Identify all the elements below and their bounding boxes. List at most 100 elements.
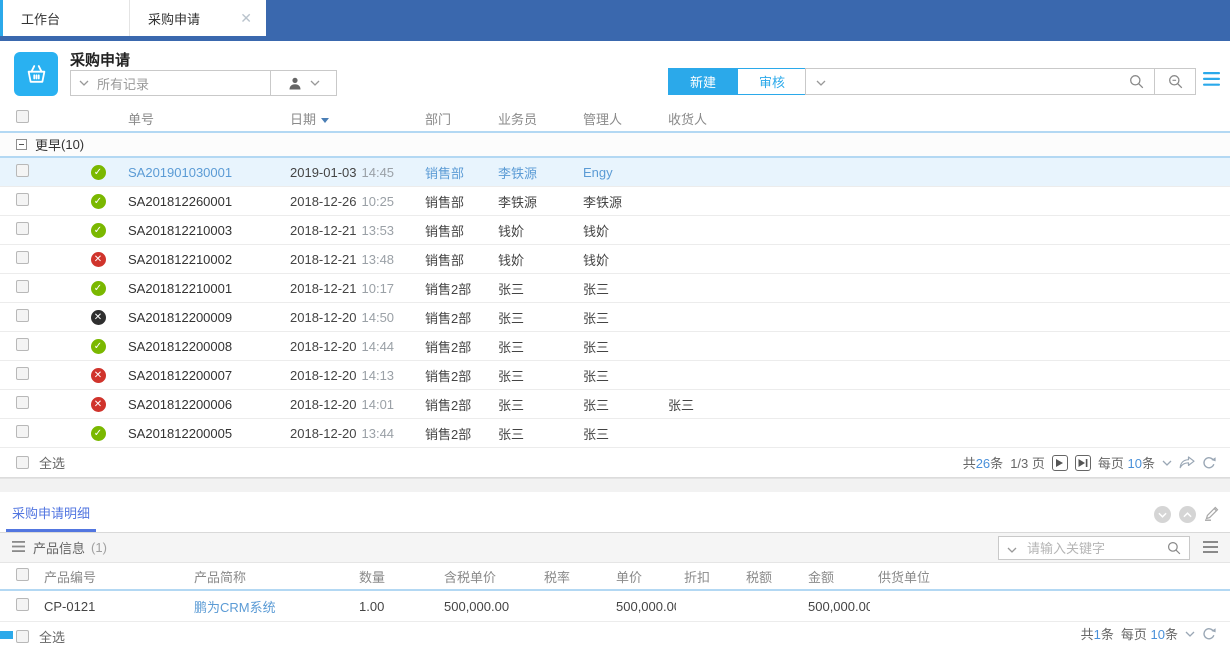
row-checkbox[interactable] bbox=[16, 425, 29, 438]
manager-cell: 钱妎 bbox=[567, 250, 652, 269]
dept-cell: 销售2部 bbox=[409, 424, 482, 443]
tab-purchase-detail[interactable]: 采购申请明细 bbox=[12, 503, 90, 522]
row-checkbox[interactable] bbox=[16, 280, 29, 293]
row-checkbox[interactable] bbox=[16, 251, 29, 264]
table-row[interactable]: ✕ SA201812200007 2018-12-2014:13 销售2部 张三… bbox=[0, 361, 1230, 390]
select-all-checkbox[interactable] bbox=[16, 456, 29, 469]
col-tax[interactable]: 税额 bbox=[738, 567, 800, 586]
order-no-link[interactable]: SA201812210001 bbox=[112, 281, 274, 296]
col-salesperson[interactable]: 业务员 bbox=[482, 109, 567, 128]
status-approved-icon: ✓ bbox=[91, 223, 106, 238]
order-no-link[interactable]: SA201812200005 bbox=[112, 426, 274, 441]
table-row[interactable]: ✓ SA201812260001 2018-12-2610:25 销售部 李铁源… bbox=[0, 187, 1230, 216]
close-tab-icon[interactable]: ✕ bbox=[240, 10, 252, 27]
col-discount[interactable]: 折扣 bbox=[676, 567, 738, 586]
row-checkbox[interactable] bbox=[16, 309, 29, 322]
audit-button[interactable]: 审核 bbox=[737, 68, 807, 95]
product-list-view-icon[interactable] bbox=[1203, 541, 1218, 556]
col-date[interactable]: 日期 bbox=[274, 109, 409, 128]
table-row[interactable]: ✓ SA201812200008 2018-12-2014:44 销售2部 张三… bbox=[0, 332, 1230, 361]
search-field-chevron-icon[interactable] bbox=[806, 74, 836, 89]
col-receiver[interactable]: 收货人 bbox=[652, 109, 1230, 128]
status-approved-icon: ✓ bbox=[91, 339, 106, 354]
product-name-link[interactable]: 鹏为CRM系统 bbox=[186, 597, 351, 616]
manager-cell: 张三 bbox=[567, 366, 652, 385]
order-no-link[interactable]: SA201812200009 bbox=[112, 310, 274, 325]
collapse-panel-down-icon[interactable] bbox=[1154, 506, 1171, 523]
table-row[interactable]: ✕ SA201812200006 2018-12-2014:01 销售2部 张三… bbox=[0, 390, 1230, 419]
col-amount[interactable]: 金额 bbox=[800, 567, 870, 586]
order-no-link[interactable]: SA201812200008 bbox=[112, 339, 274, 354]
product-refresh-icon[interactable] bbox=[1202, 627, 1216, 641]
row-checkbox[interactable] bbox=[16, 164, 29, 177]
date-cell: 2018-12-2610:25 bbox=[274, 194, 409, 209]
search-input[interactable] bbox=[836, 69, 1118, 94]
order-no-link[interactable]: SA201812210003 bbox=[112, 223, 274, 238]
product-info-count: (1) bbox=[91, 540, 107, 555]
tab-purchase-request[interactable]: 采购申请 ✕ bbox=[130, 0, 266, 36]
edit-pencil-icon[interactable] bbox=[1204, 505, 1220, 524]
share-icon[interactable] bbox=[1179, 456, 1195, 469]
salesperson-cell: 张三 bbox=[482, 337, 567, 356]
row-checkbox[interactable] bbox=[16, 193, 29, 206]
col-qty[interactable]: 数量 bbox=[351, 567, 436, 586]
per-page-chevron-icon[interactable] bbox=[1162, 460, 1172, 466]
header-checkbox[interactable] bbox=[16, 110, 29, 123]
list-view-icon[interactable] bbox=[1203, 72, 1220, 89]
table-row[interactable]: ✓ SA201812200005 2018-12-2013:44 销售2部 张三… bbox=[0, 419, 1230, 448]
table-row[interactable]: ✓ SA201901030001 2019-01-0314:45 销售部 李铁源… bbox=[0, 158, 1230, 187]
expand-panel-up-icon[interactable] bbox=[1179, 506, 1196, 523]
product-per-page[interactable]: 每页 10条 bbox=[1121, 624, 1178, 643]
product-row-checkbox[interactable] bbox=[16, 598, 29, 611]
next-page-icon[interactable] bbox=[1052, 455, 1068, 471]
order-no-link[interactable]: SA201812200006 bbox=[112, 397, 274, 412]
search-icon[interactable] bbox=[1118, 74, 1154, 89]
product-select-all-checkbox[interactable] bbox=[16, 630, 29, 643]
product-per-page-chevron-icon[interactable] bbox=[1185, 631, 1195, 637]
new-button[interactable]: 新建 bbox=[668, 68, 738, 95]
collapse-group-icon[interactable] bbox=[16, 139, 27, 150]
refresh-icon[interactable] bbox=[1202, 456, 1216, 470]
col-dept[interactable]: 部门 bbox=[409, 109, 482, 128]
last-page-icon[interactable] bbox=[1075, 455, 1091, 471]
order-no-link[interactable]: SA201812260001 bbox=[112, 194, 274, 209]
advanced-search-icon[interactable] bbox=[1155, 74, 1195, 89]
col-price[interactable]: 单价 bbox=[608, 567, 676, 586]
product-search-icon[interactable] bbox=[1159, 541, 1189, 555]
sort-desc-icon bbox=[321, 118, 329, 123]
table-row[interactable]: ✓ SA201812210001 2018-12-2110:17 销售2部 张三… bbox=[0, 274, 1230, 303]
row-checkbox[interactable] bbox=[16, 367, 29, 380]
product-search-input[interactable] bbox=[1025, 540, 1159, 557]
table-row[interactable]: ✕ SA201812210002 2018-12-2113:48 销售部 钱妎 … bbox=[0, 245, 1230, 274]
col-supplier[interactable]: 供货单位 bbox=[870, 567, 1230, 586]
view-filter-value: 所有记录 bbox=[97, 74, 149, 93]
group-row-earlier[interactable]: 更早 (10) bbox=[0, 133, 1230, 158]
product-table-body: CP-0121 鹏为CRM系统 1.00 500,000.00 500,000.… bbox=[0, 591, 1230, 622]
product-header-checkbox[interactable] bbox=[16, 568, 29, 581]
salesperson-cell: 钱妎 bbox=[482, 250, 567, 269]
tab-workbench[interactable]: 工作台 bbox=[0, 0, 130, 36]
row-checkbox[interactable] bbox=[16, 338, 29, 351]
row-checkbox[interactable] bbox=[16, 222, 29, 235]
order-no-link[interactable]: SA201901030001 bbox=[112, 165, 274, 180]
salesperson-cell: 李铁源 bbox=[482, 163, 567, 182]
product-row[interactable]: CP-0121 鹏为CRM系统 1.00 500,000.00 500,000.… bbox=[0, 591, 1230, 622]
order-no-link[interactable]: SA201812210002 bbox=[112, 252, 274, 267]
order-no-link[interactable]: SA201812200007 bbox=[112, 368, 274, 383]
row-checkbox[interactable] bbox=[16, 396, 29, 409]
owner-filter-dropdown[interactable] bbox=[270, 70, 337, 96]
select-all-label: 全选 bbox=[39, 453, 65, 472]
main-table-body: ✓ SA201901030001 2019-01-0314:45 销售部 李铁源… bbox=[0, 158, 1230, 448]
view-filter-dropdown[interactable]: 所有记录 bbox=[70, 70, 271, 96]
tab-purchase-request-label: 采购申请 bbox=[148, 9, 200, 28]
col-manager[interactable]: 管理人 bbox=[567, 109, 652, 128]
col-product-name[interactable]: 产品简称 bbox=[186, 567, 351, 586]
col-product-code[interactable]: 产品编号 bbox=[36, 567, 186, 586]
table-row[interactable]: ✓ SA201812210003 2018-12-2113:53 销售部 钱妎 … bbox=[0, 216, 1230, 245]
product-search-chevron-icon[interactable] bbox=[999, 541, 1025, 556]
col-order-no[interactable]: 单号 bbox=[112, 109, 274, 128]
table-row[interactable]: ✕ SA201812200009 2018-12-2014:50 销售2部 张三… bbox=[0, 303, 1230, 332]
col-tax-price[interactable]: 含税单价 bbox=[436, 567, 536, 586]
per-page[interactable]: 每页 10条 bbox=[1098, 453, 1155, 472]
col-tax-rate[interactable]: 税率 bbox=[536, 567, 608, 586]
